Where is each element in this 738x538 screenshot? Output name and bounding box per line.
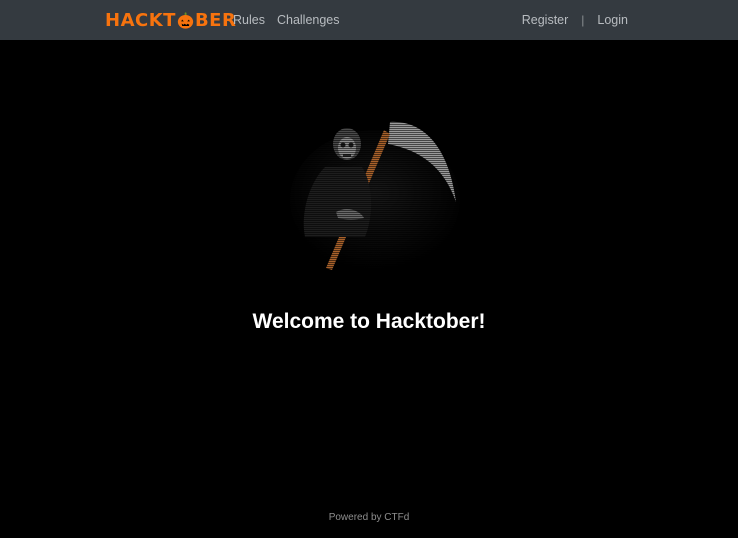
footer-powered-by-link[interactable]: Powered by CTFd	[329, 512, 410, 523]
page-title: Welcome to Hacktober!	[252, 310, 486, 333]
pumpkin-icon	[177, 11, 194, 29]
nav-register-link[interactable]: Register	[522, 13, 569, 27]
nav-separator: |	[581, 13, 585, 27]
brand-logo-suffix: BER	[194, 9, 237, 31]
nav-rules-link[interactable]: Rules	[233, 13, 265, 27]
brand-logo[interactable]: HACKT BER	[105, 9, 237, 31]
nav-login-link[interactable]: Login	[597, 13, 628, 27]
navbar: HACKT BER Rules Challenges Register | Lo…	[0, 0, 738, 40]
brand-logo-prefix: HACKT	[105, 9, 176, 31]
nav-left: Rules Challenges	[233, 0, 340, 40]
grim-reaper-scythe-icon	[280, 112, 470, 282]
nav-right: Register | Login	[522, 0, 628, 40]
nav-challenges-link[interactable]: Challenges	[277, 13, 340, 27]
footer: Powered by CTFd	[0, 512, 738, 523]
